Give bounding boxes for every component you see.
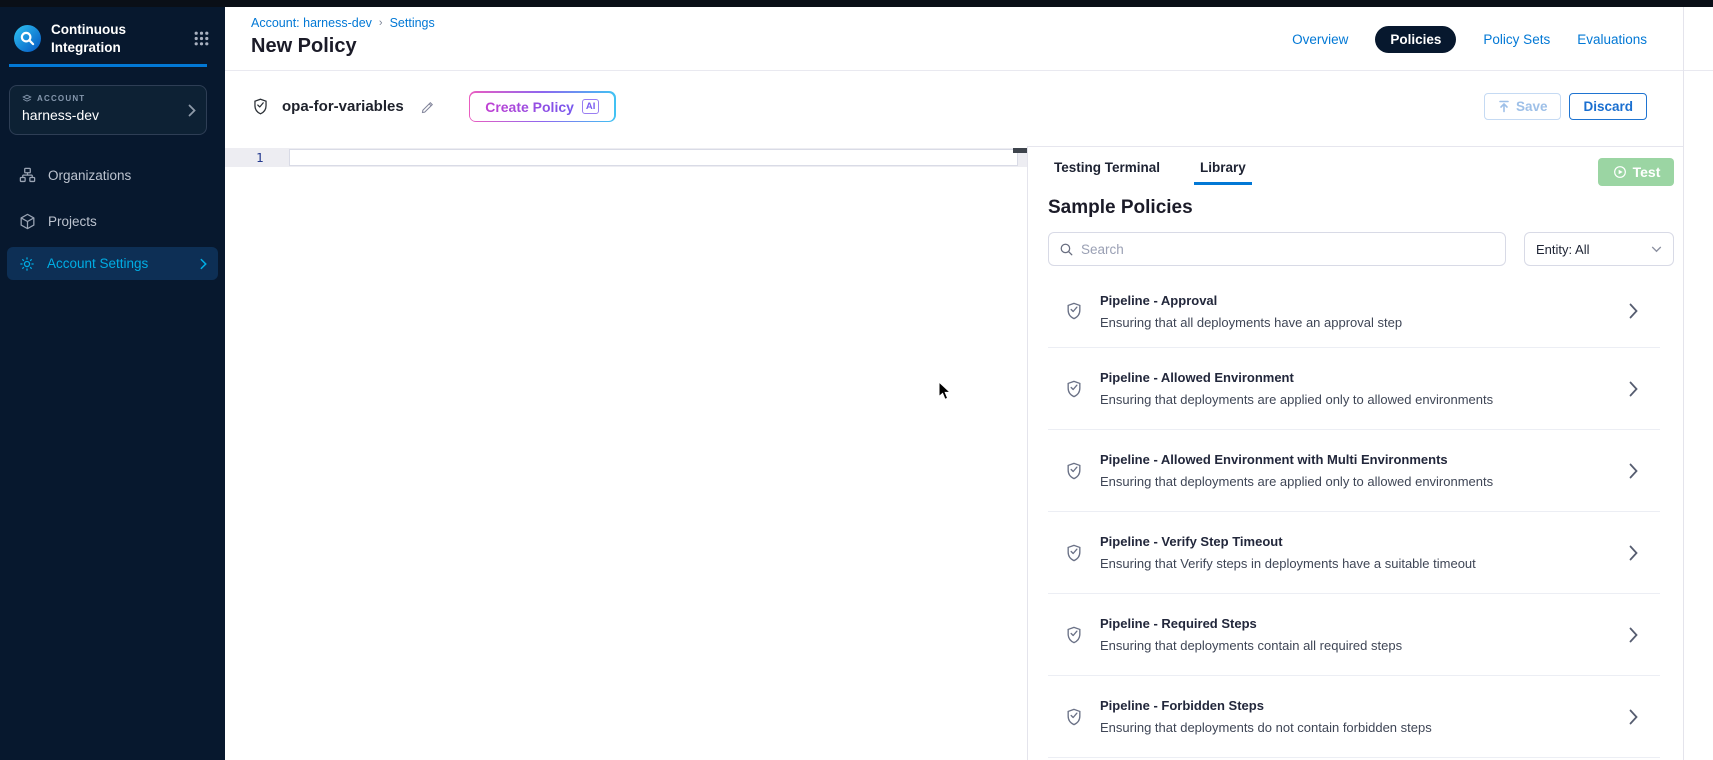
tab-policies[interactable]: Policies: [1375, 26, 1456, 53]
right-gutter-divider: [1683, 7, 1684, 760]
ai-badge: AI: [582, 99, 600, 114]
shield-check-icon: [1064, 461, 1086, 481]
chevron-down-icon: [1651, 246, 1662, 253]
gear-icon: [18, 255, 36, 273]
account-selector[interactable]: ACCOUNT harness-dev: [9, 85, 207, 135]
continuous-integration-logo-icon: [14, 25, 41, 52]
sidebar-item-projects[interactable]: Projects: [0, 201, 225, 241]
editor-minimap-mark: [1013, 148, 1027, 153]
save-button[interactable]: Save: [1484, 93, 1562, 120]
policy-row-verify-step-timeout[interactable]: Pipeline - Verify Step Timeout Ensuring …: [1048, 512, 1660, 594]
policy-row-approval[interactable]: Pipeline - Approval Ensuring that all de…: [1048, 275, 1660, 348]
policy-title: Pipeline - Forbidden Steps: [1100, 698, 1432, 713]
breadcrumb-account-link[interactable]: Account: harness-dev: [251, 16, 372, 30]
policy-name: opa-for-variables: [282, 98, 404, 115]
projects-icon: [18, 212, 37, 231]
shield-check-icon: [1064, 301, 1086, 321]
discard-button[interactable]: Discard: [1569, 93, 1647, 120]
sidebar-item-account-settings[interactable]: Account Settings: [7, 247, 218, 280]
policy-row-allowed-environment[interactable]: Pipeline - Allowed Environment Ensuring …: [1048, 348, 1660, 430]
library-filters: Entity: All: [1048, 232, 1683, 266]
entity-filter-value: Entity: All: [1536, 242, 1589, 257]
policy-title: Pipeline - Required Steps: [1100, 616, 1402, 631]
sidebar: Continuous Integration ACCOUNT harness-d…: [0, 7, 225, 760]
search-icon: [1059, 242, 1074, 257]
shield-check-icon: [1064, 625, 1086, 645]
account-stack-icon: [22, 94, 32, 103]
shield-check-icon: [251, 97, 270, 116]
upload-arrow-icon: [1498, 100, 1510, 113]
library-panel: Test Testing Terminal Library Sample Pol…: [1027, 146, 1683, 760]
account-label: ACCOUNT: [37, 94, 85, 103]
shield-check-icon: [1064, 543, 1086, 563]
editor-line-number: 1: [256, 150, 264, 165]
policy-toolbar: opa-for-variables Create Policy AI Save …: [225, 71, 1713, 142]
chevron-right-icon: [188, 104, 196, 117]
sidebar-item-label: Organizations: [48, 168, 131, 183]
tab-policy-sets[interactable]: Policy Sets: [1483, 32, 1550, 47]
breadcrumb-settings-link[interactable]: Settings: [390, 16, 435, 30]
policy-description: Ensuring that deployments contain all re…: [1100, 638, 1402, 653]
tab-library[interactable]: Library: [1194, 160, 1252, 185]
chevron-right-icon: [200, 258, 207, 270]
policy-description: Ensuring that all deployments have an ap…: [1100, 315, 1402, 330]
policy-row-required-steps[interactable]: Pipeline - Required Steps Ensuring that …: [1048, 594, 1660, 676]
governance-tabs: Overview Policies Policy Sets Evaluation…: [1292, 26, 1647, 53]
tab-evaluations[interactable]: Evaluations: [1577, 32, 1647, 47]
chevron-right-icon: [1629, 627, 1638, 643]
policy-title: Pipeline - Approval: [1100, 293, 1402, 308]
search-box[interactable]: [1048, 232, 1506, 266]
chevron-right-icon: [1629, 463, 1638, 479]
sample-policy-list: Pipeline - Approval Ensuring that all de…: [1048, 275, 1683, 758]
brand-underline: [9, 64, 207, 67]
policy-title: Pipeline - Allowed Environment with Mult…: [1100, 452, 1493, 467]
search-input[interactable]: [1081, 242, 1495, 257]
breadcrumb-separator: ›: [379, 17, 383, 29]
module-picker-icon[interactable]: [194, 31, 209, 46]
sidebar-item-label: Projects: [48, 214, 97, 229]
shield-check-icon: [1064, 707, 1086, 727]
policy-description: Ensuring that deployments are applied on…: [1100, 392, 1493, 407]
tab-testing-terminal[interactable]: Testing Terminal: [1048, 160, 1166, 185]
policy-title: Pipeline - Verify Step Timeout: [1100, 534, 1476, 549]
editor-current-line[interactable]: [289, 149, 1018, 166]
policy-description: Ensuring that deployments are applied on…: [1100, 474, 1493, 489]
shield-check-icon: [1064, 379, 1086, 399]
test-button[interactable]: Test: [1598, 158, 1674, 186]
policy-row-forbidden-steps[interactable]: Pipeline - Forbidden Steps Ensuring that…: [1048, 676, 1660, 758]
panel-tabs: Testing Terminal Library: [1048, 160, 1683, 185]
chevron-right-icon: [1629, 709, 1638, 725]
page-title: New Policy: [251, 35, 357, 58]
policy-title: Pipeline - Allowed Environment: [1100, 370, 1493, 385]
chevron-right-icon: [1629, 303, 1638, 319]
policy-code-editor[interactable]: 1: [225, 142, 1027, 760]
policy-row-allowed-environment-multi[interactable]: Pipeline - Allowed Environment with Mult…: [1048, 430, 1660, 512]
chevron-right-icon: [1629, 381, 1638, 397]
page-header: Account: harness-dev › Settings New Poli…: [225, 7, 1713, 71]
chevron-right-icon: [1629, 545, 1638, 561]
entity-filter-dropdown[interactable]: Entity: All: [1524, 232, 1674, 266]
organizations-icon: [18, 166, 37, 185]
account-name: harness-dev: [22, 107, 194, 123]
window-top-strip: [0, 0, 1713, 7]
sidebar-item-label: Account Settings: [47, 256, 148, 271]
tab-overview[interactable]: Overview: [1292, 32, 1348, 47]
create-policy-label: Create Policy: [485, 99, 574, 115]
sample-policies-heading: Sample Policies: [1048, 197, 1683, 219]
policy-description: Ensuring that Verify steps in deployment…: [1100, 556, 1476, 571]
create-policy-button[interactable]: Create Policy AI: [469, 91, 616, 122]
breadcrumb: Account: harness-dev › Settings: [251, 16, 435, 30]
edit-name-pencil-icon[interactable]: [420, 98, 437, 115]
product-brand: Continuous Integration: [14, 21, 126, 56]
play-circle-icon: [1612, 164, 1628, 180]
product-name: Continuous Integration: [51, 21, 126, 56]
sidebar-item-organizations[interactable]: Organizations: [0, 155, 225, 195]
policy-description: Ensuring that deployments do not contain…: [1100, 720, 1432, 735]
